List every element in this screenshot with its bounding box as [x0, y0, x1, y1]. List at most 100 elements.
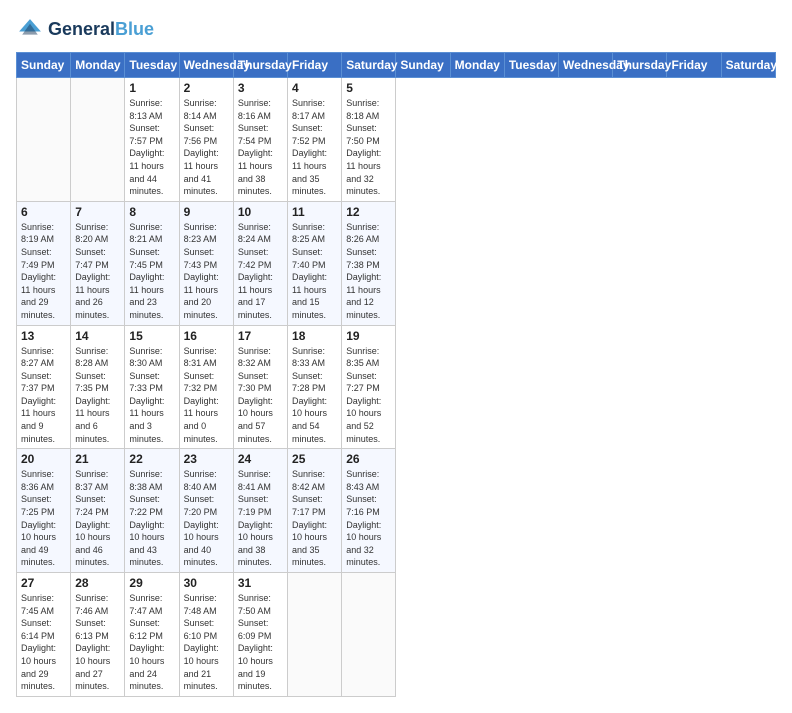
calendar-cell: [342, 573, 396, 697]
day-number: 28: [75, 576, 120, 590]
day-number: 17: [238, 329, 283, 343]
day-number: 1: [129, 81, 174, 95]
day-number: 10: [238, 205, 283, 219]
day-number: 14: [75, 329, 120, 343]
day-info: Sunrise: 8:42 AM Sunset: 7:17 PM Dayligh…: [292, 468, 337, 569]
calendar-header-tuesday: Tuesday: [125, 53, 179, 78]
day-info: Sunrise: 8:41 AM Sunset: 7:19 PM Dayligh…: [238, 468, 283, 569]
calendar-cell: 13 Sunrise: 8:27 AM Sunset: 7:37 PM Dayli…: [17, 325, 71, 449]
calendar-cell: 3Sunrise: 8:16 AM Sunset: 7:54 PM Daylig…: [233, 78, 287, 202]
day-number: 21: [75, 452, 120, 466]
day-number: 27: [21, 576, 66, 590]
calendar-cell: 26Sunrise: 8:43 AM Sunset: 7:16 PM Dayli…: [342, 449, 396, 573]
calendar-cell: 30 Sunrise: 7:48 AM Sunset: 6:10 PM Dayli…: [179, 573, 233, 697]
day-info: Sunrise: 7:47 AM Sunset: 6:12 PM Dayligh…: [129, 592, 174, 693]
calendar-cell: 31Sunrise: 7:50 AM Sunset: 6:09 PM Dayli…: [233, 573, 287, 697]
calendar-cell: [17, 78, 71, 202]
calendar-week-3: 13 Sunrise: 8:27 AM Sunset: 7:37 PM Dayli…: [17, 325, 776, 449]
col-header-friday: Friday: [667, 53, 721, 78]
day-info: Sunrise: 8:13 AM Sunset: 7:57 PM Dayligh…: [129, 97, 174, 198]
day-info: Sunrise: 8:38 AM Sunset: 7:22 PM Dayligh…: [129, 468, 174, 569]
day-info: Sunrise: 8:36 AM Sunset: 7:25 PM Dayligh…: [21, 468, 66, 569]
col-header-tuesday: Tuesday: [504, 53, 558, 78]
day-number: 19: [346, 329, 391, 343]
calendar-cell: 1 Sunrise: 8:13 AM Sunset: 7:57 PM Daylig…: [125, 78, 179, 202]
calendar-cell: 12Sunrise: 8:26 AM Sunset: 7:38 PM Dayli…: [342, 201, 396, 325]
day-number: 18: [292, 329, 337, 343]
calendar-cell: 17 Sunrise: 8:32 AM Sunset: 7:30 PM Dayli…: [233, 325, 287, 449]
calendar-cell: 29 Sunrise: 7:47 AM Sunset: 6:12 PM Dayli…: [125, 573, 179, 697]
day-info: Sunrise: 8:27 AM Sunset: 7:37 PM Dayligh…: [21, 345, 66, 446]
day-info: Sunrise: 8:32 AM Sunset: 7:30 PM Dayligh…: [238, 345, 283, 446]
calendar-cell: 23Sunrise: 8:40 AM Sunset: 7:20 PM Dayli…: [179, 449, 233, 573]
calendar-header-friday: Friday: [288, 53, 342, 78]
calendar-cell: 18 Sunrise: 8:33 AM Sunset: 7:28 PM Dayli…: [288, 325, 342, 449]
day-number: 16: [184, 329, 229, 343]
calendar-header-monday: Monday: [71, 53, 125, 78]
calendar-header-wednesday: Wednesday: [179, 53, 233, 78]
day-info: Sunrise: 7:45 AM Sunset: 6:14 PM Dayligh…: [21, 592, 66, 693]
day-number: 5: [346, 81, 391, 95]
day-number: 15: [129, 329, 174, 343]
logo-text: GeneralBlue: [48, 20, 154, 40]
calendar-cell: 7 Sunrise: 8:20 AM Sunset: 7:47 PM Daylig…: [71, 201, 125, 325]
calendar-cell: 11Sunrise: 8:25 AM Sunset: 7:40 PM Dayli…: [288, 201, 342, 325]
day-info: Sunrise: 7:46 AM Sunset: 6:13 PM Dayligh…: [75, 592, 120, 693]
day-number: 6: [21, 205, 66, 219]
day-info: Sunrise: 8:24 AM Sunset: 7:42 PM Dayligh…: [238, 221, 283, 322]
calendar-cell: [71, 78, 125, 202]
calendar-header-saturday: Saturday: [342, 53, 396, 78]
day-info: Sunrise: 8:19 AM Sunset: 7:49 PM Dayligh…: [21, 221, 66, 322]
col-header-monday: Monday: [450, 53, 504, 78]
day-number: 13: [21, 329, 66, 343]
calendar-week-1: 1 Sunrise: 8:13 AM Sunset: 7:57 PM Daylig…: [17, 78, 776, 202]
day-info: Sunrise: 7:48 AM Sunset: 6:10 PM Dayligh…: [184, 592, 229, 693]
day-number: 30: [184, 576, 229, 590]
day-number: 29: [129, 576, 174, 590]
calendar-cell: 21Sunrise: 8:37 AM Sunset: 7:24 PM Dayli…: [71, 449, 125, 573]
calendar-cell: 14 Sunrise: 8:28 AM Sunset: 7:35 PM Dayli…: [71, 325, 125, 449]
logo-icon: [16, 16, 44, 44]
col-header-saturday: Saturday: [721, 53, 775, 78]
calendar-header-thursday: Thursday: [233, 53, 287, 78]
calendar-cell: 9 Sunrise: 8:23 AM Sunset: 7:43 PM Daylig…: [179, 201, 233, 325]
calendar-cell: 10 Sunrise: 8:24 AM Sunset: 7:42 PM Dayli…: [233, 201, 287, 325]
calendar-cell: 4Sunrise: 8:17 AM Sunset: 7:52 PM Daylig…: [288, 78, 342, 202]
day-info: Sunrise: 8:16 AM Sunset: 7:54 PM Dayligh…: [238, 97, 283, 198]
calendar-week-4: 20 Sunrise: 8:36 AM Sunset: 7:25 PM Dayli…: [17, 449, 776, 573]
day-number: 7: [75, 205, 120, 219]
day-info: Sunrise: 8:30 AM Sunset: 7:33 PM Dayligh…: [129, 345, 174, 446]
calendar-week-2: 6 Sunrise: 8:19 AM Sunset: 7:49 PM Daylig…: [17, 201, 776, 325]
day-info: Sunrise: 8:21 AM Sunset: 7:45 PM Dayligh…: [129, 221, 174, 322]
calendar-cell: 24Sunrise: 8:41 AM Sunset: 7:19 PM Dayli…: [233, 449, 287, 573]
day-info: Sunrise: 7:50 AM Sunset: 6:09 PM Dayligh…: [238, 592, 283, 693]
day-number: 4: [292, 81, 337, 95]
day-number: 12: [346, 205, 391, 219]
col-header-thursday: Thursday: [613, 53, 667, 78]
day-info: Sunrise: 8:20 AM Sunset: 7:47 PM Dayligh…: [75, 221, 120, 322]
calendar-cell: 20 Sunrise: 8:36 AM Sunset: 7:25 PM Dayli…: [17, 449, 71, 573]
calendar-cell: 19Sunrise: 8:35 AM Sunset: 7:27 PM Dayli…: [342, 325, 396, 449]
calendar-header-row: SundayMondayTuesdayWednesdayThursdayFrid…: [17, 53, 776, 78]
day-info: Sunrise: 8:28 AM Sunset: 7:35 PM Dayligh…: [75, 345, 120, 446]
day-info: Sunrise: 8:33 AM Sunset: 7:28 PM Dayligh…: [292, 345, 337, 446]
calendar-cell: 2Sunrise: 8:14 AM Sunset: 7:56 PM Daylig…: [179, 78, 233, 202]
calendar-cell: 5Sunrise: 8:18 AM Sunset: 7:50 PM Daylig…: [342, 78, 396, 202]
calendar-cell: 28 Sunrise: 7:46 AM Sunset: 6:13 PM Dayli…: [71, 573, 125, 697]
calendar-cell: 22 Sunrise: 8:38 AM Sunset: 7:22 PM Dayli…: [125, 449, 179, 573]
calendar-cell: 8Sunrise: 8:21 AM Sunset: 7:45 PM Daylig…: [125, 201, 179, 325]
day-info: Sunrise: 8:14 AM Sunset: 7:56 PM Dayligh…: [184, 97, 229, 198]
calendar-cell: 27 Sunrise: 7:45 AM Sunset: 6:14 PM Dayli…: [17, 573, 71, 697]
day-number: 26: [346, 452, 391, 466]
day-info: Sunrise: 8:23 AM Sunset: 7:43 PM Dayligh…: [184, 221, 229, 322]
calendar-cell: 15 Sunrise: 8:30 AM Sunset: 7:33 PM Dayli…: [125, 325, 179, 449]
day-number: 9: [184, 205, 229, 219]
col-header-sunday: Sunday: [396, 53, 450, 78]
calendar-cell: 25 Sunrise: 8:42 AM Sunset: 7:17 PM Dayli…: [288, 449, 342, 573]
day-number: 25: [292, 452, 337, 466]
page-header: GeneralBlue: [16, 16, 776, 44]
calendar-cell: 16Sunrise: 8:31 AM Sunset: 7:32 PM Dayli…: [179, 325, 233, 449]
day-number: 20: [21, 452, 66, 466]
day-number: 22: [129, 452, 174, 466]
day-info: Sunrise: 8:40 AM Sunset: 7:20 PM Dayligh…: [184, 468, 229, 569]
